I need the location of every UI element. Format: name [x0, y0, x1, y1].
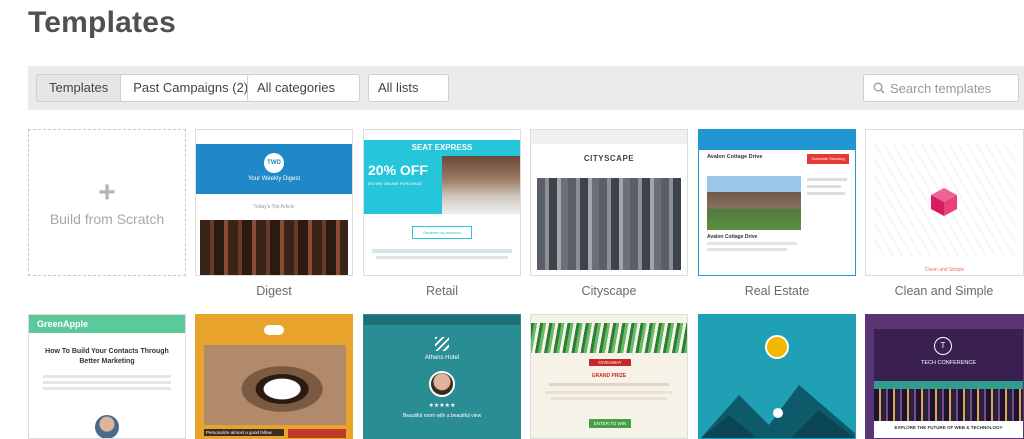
coffee-cup-image: [204, 345, 346, 425]
tech-conference-name: TECH CONFERENCE: [920, 360, 976, 366]
digest-logo: TWD: [264, 153, 284, 173]
template-card-clean-and-simple[interactable]: Clean and Simple: [865, 129, 1024, 276]
city-skyline-image: [537, 178, 681, 270]
mountains-illustration: [700, 385, 855, 438]
house-image: [707, 176, 801, 230]
search-input[interactable]: [890, 80, 1010, 96]
tab-templates[interactable]: Templates: [37, 75, 122, 101]
retail-interior-image: [442, 156, 520, 214]
template-name-real-estate: Real Estate: [744, 284, 810, 298]
template-name-digest: Digest: [256, 284, 292, 298]
wine-bottles-image: [200, 220, 348, 275]
hotel-name: Athens Hotel: [424, 355, 460, 361]
template-card-hotel[interactable]: Athens Hotel ★★★★★ Beautiful room with a…: [363, 314, 521, 439]
view-tabs: Templates Past Campaigns (2): [36, 74, 262, 102]
categories-dropdown[interactable]: All categories: [247, 74, 360, 102]
coffee-logo-icon: [264, 325, 284, 335]
lists-dropdown[interactable]: All lists: [368, 74, 449, 102]
conference-crowd-image: [874, 389, 1023, 421]
template-card-cityscape[interactable]: CITYSCAPE: [530, 129, 688, 276]
avatar: [95, 415, 119, 438]
tech-headline: EXPLORE THE FUTURE OF WEB & TECHNOLOGY: [894, 425, 1003, 430]
hotel-logo-icon: [435, 337, 449, 351]
template-card-greenapple[interactable]: GreenApple How To Build Your Contacts Th…: [28, 314, 186, 439]
build-from-scratch-card[interactable]: + Build from Scratch: [28, 129, 186, 276]
template-card-coffee[interactable]: Personalize almost a good follow: [195, 314, 353, 439]
template-card-retail[interactable]: SEAT EXPRESS 20% OFF ENTIRE ONLINE PURCH…: [363, 129, 521, 276]
greenapple-headline: How To Build Your Contacts Through Bette…: [45, 348, 169, 365]
build-from-scratch-label: Build from Scratch: [49, 210, 165, 227]
giveaway-badge: GIVEAWAY: [589, 359, 631, 366]
template-card-digest[interactable]: TWD Your Weekly Digest Today's Top Artic…: [195, 129, 353, 276]
realestate-address: Avalon Cottage Drive: [707, 154, 763, 160]
retail-offer: 20% OFF: [368, 162, 428, 178]
hotel-stars: ★★★★★: [428, 403, 456, 409]
template-name-retail: Retail: [426, 284, 458, 298]
search-icon: [873, 82, 885, 94]
template-card-tech-conference[interactable]: T TECH CONFERENCE EXPLORE THE FUTURE OF …: [865, 314, 1024, 439]
tech-logo-icon: T: [934, 337, 952, 355]
digest-heading: Your Weekly Digest: [247, 176, 301, 182]
holiday-branches-image: [531, 323, 687, 353]
retail-brand-bar: SEAT EXPRESS: [364, 140, 520, 156]
greenapple-brand-bar: GreenApple: [29, 315, 185, 333]
toolbar: Templates Past Campaigns (2) All categor…: [28, 66, 1024, 110]
cityscape-title: CITYSCAPE: [583, 154, 635, 163]
template-card-landscape[interactable]: [698, 314, 856, 439]
pink-cube-icon: [931, 188, 957, 216]
grand-prize-title: GRAND PRIZE: [591, 373, 627, 379]
digest-subheading: Today's Top Article: [253, 204, 295, 210]
retail-offer-sub: ENTIRE ONLINE PURCHASE: [368, 181, 423, 186]
schedule-showing-button: Schedule Showing: [807, 154, 849, 164]
enter-to-win-button: ENTER TO WIN: [589, 419, 631, 428]
template-name-cityscape: Cityscape: [581, 284, 637, 298]
plus-icon: +: [98, 175, 116, 209]
template-name-clean-and-simple: Clean and Simple: [894, 284, 994, 298]
template-card-real-estate[interactable]: Avalon Cottage Drive Schedule Showing Av…: [698, 129, 856, 276]
tab-past-campaigns[interactable]: Past Campaigns (2): [121, 75, 260, 101]
hotel-avatar: [429, 371, 455, 397]
hotel-quote: Beautiful room with a beautiful view: [402, 413, 482, 419]
trophy-badge-icon: [765, 335, 789, 359]
coffee-caption: Personalize almost a good follow: [204, 429, 284, 436]
template-card-holiday[interactable]: GIVEAWAY GRAND PRIZE ENTER TO WIN: [530, 314, 688, 439]
search-box[interactable]: [863, 74, 1019, 102]
page-title: Templates: [28, 6, 176, 39]
retail-redeem-button: Redeem my discount: [412, 226, 472, 239]
clean-caption: Clean and Simple: [924, 267, 965, 273]
realestate-address-footer: Avalon Cottage Drive: [707, 234, 758, 240]
